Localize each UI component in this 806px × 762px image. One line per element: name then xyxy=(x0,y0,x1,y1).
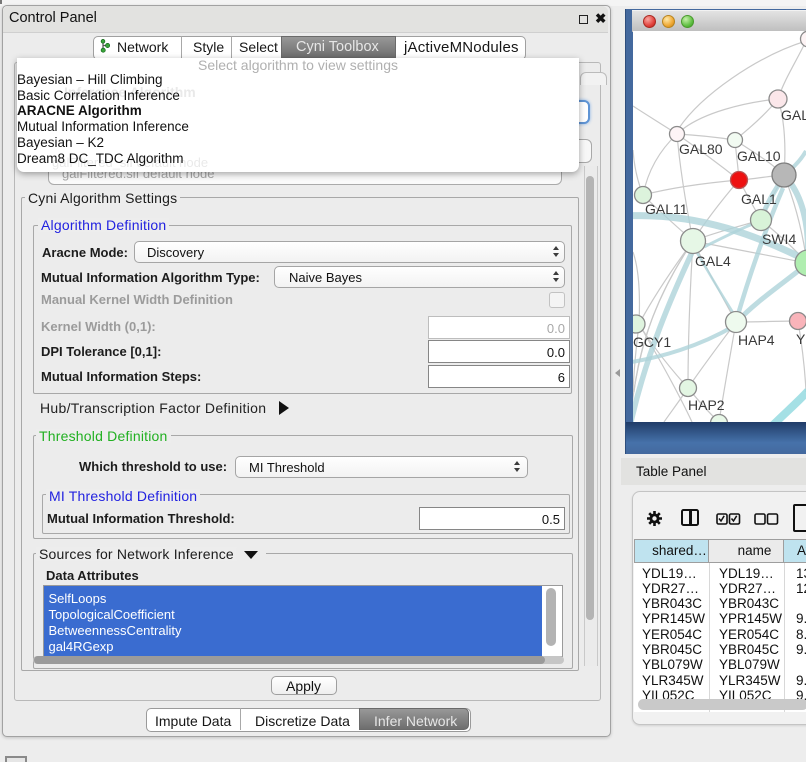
svg-text:GAL80: GAL80 xyxy=(679,141,723,157)
svg-text:GAL10: GAL10 xyxy=(737,148,781,164)
svg-text:GCY1: GCY1 xyxy=(633,334,671,350)
svg-text:GAL7: GAL7 xyxy=(781,107,806,123)
svg-text:HAP4: HAP4 xyxy=(738,332,775,348)
svg-text:GAL1: GAL1 xyxy=(741,191,777,207)
svg-text:HAP2: HAP2 xyxy=(688,397,725,413)
svg-text:SWI4: SWI4 xyxy=(762,231,796,247)
svg-text:GAL4: GAL4 xyxy=(695,253,731,269)
svg-text:GAL11: GAL11 xyxy=(645,201,688,217)
svg-text:YM: YM xyxy=(796,331,806,347)
